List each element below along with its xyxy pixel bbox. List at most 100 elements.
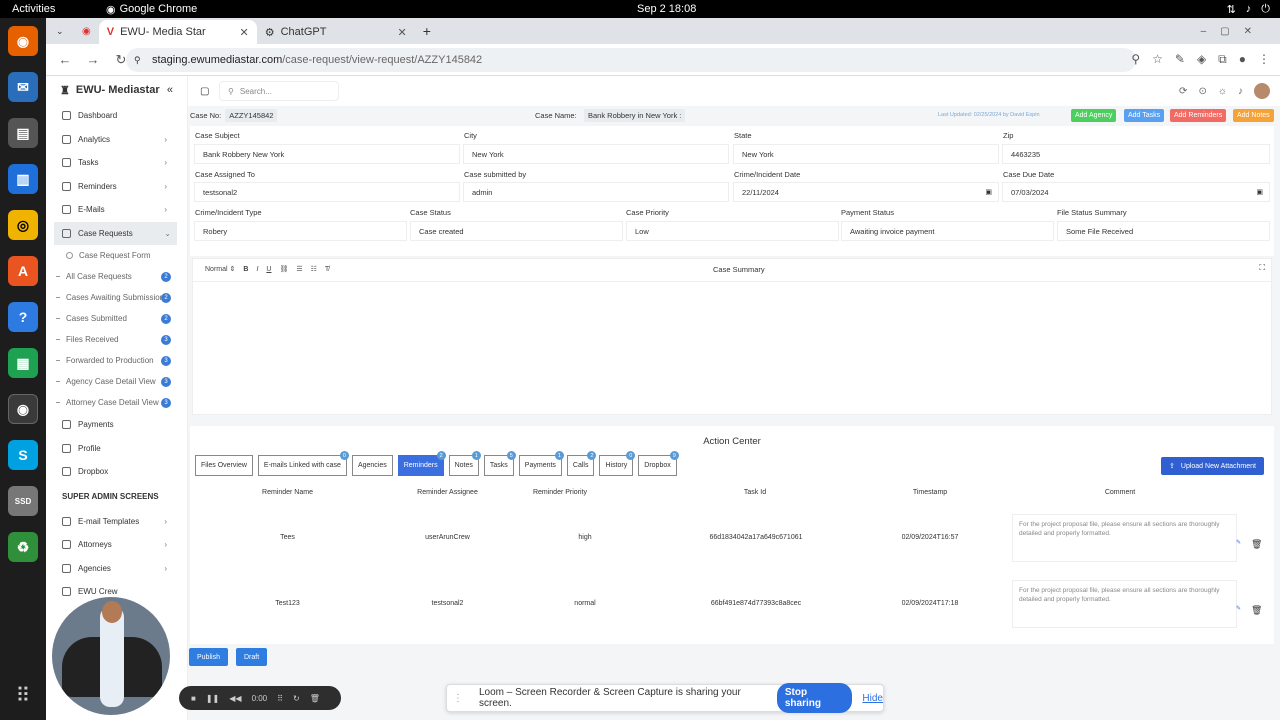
record-icon[interactable]: ⊙ — [1198, 86, 1206, 97]
payment-status-field[interactable]: Awaiting invoice payment — [841, 221, 1054, 241]
thunderbird-icon[interactable]: ✉ — [8, 72, 38, 102]
sidebar-sub-files-received[interactable]: Files Received 3 — [46, 329, 187, 350]
add-reminders-button[interactable]: Add Reminders — [1170, 109, 1227, 122]
add-notes-button[interactable]: Add Notes — [1233, 109, 1274, 122]
add-agency-button[interactable]: Add Agency — [1071, 109, 1117, 122]
tab-notes[interactable]: Notes 1 — [448, 451, 481, 476]
submitted-by-field[interactable]: admin — [463, 182, 729, 202]
delete-recording-icon[interactable]: 🗑 — [310, 694, 320, 703]
fullscreen-icon[interactable]: ⛶ — [1259, 263, 1265, 273]
tab-payments[interactable]: Payments 1 — [518, 451, 564, 476]
window-controls[interactable]: –▢✕ — [1201, 26, 1266, 37]
tab-files-overview[interactable]: Files Overview — [195, 455, 253, 476]
city-field[interactable]: New York — [463, 144, 729, 164]
sidebar-sub-forwarded[interactable]: Forwarded to Production 3 — [46, 350, 187, 371]
delete-icon[interactable]: 🗑 — [1251, 605, 1262, 616]
firefox-icon[interactable]: ◉ — [8, 26, 38, 56]
assigned-field[interactable]: testsonal2 — [194, 182, 460, 202]
writer-icon[interactable]: ▥ — [8, 164, 38, 194]
sidebar-sub-cases-submitted[interactable]: Cases Submitted 2 — [46, 308, 187, 329]
stop-record-icon[interactable]: ■ — [191, 694, 196, 703]
extension-icon[interactable]: ✎ — [1175, 52, 1185, 67]
collapse-sidebar-icon[interactable]: « — [167, 84, 173, 96]
sidebar-item-tasks[interactable]: Tasks › — [46, 151, 187, 175]
sidebar-item-payments[interactable]: Payments — [46, 413, 187, 437]
address-bar[interactable]: ⚲ staging.ewumediastar.com/case-request/… — [126, 48, 1136, 72]
tab-reminders[interactable]: Reminders 2 — [397, 451, 446, 476]
case-subject-field[interactable]: Bank Robbery New York — [194, 144, 460, 164]
sidebar-sub-case-request-form[interactable]: Case Request Form — [46, 245, 187, 266]
sidebar-item-dashboard[interactable]: Dashboard — [46, 104, 187, 128]
link-icon[interactable]: ⛓ — [279, 265, 288, 273]
priority-field[interactable]: Low — [626, 221, 839, 241]
system-tray[interactable]: ⇅ ♪ ⏻ — [1227, 3, 1270, 16]
disk-icon[interactable]: SSD — [8, 486, 38, 516]
hide-banner-link[interactable]: Hide — [862, 693, 883, 704]
site-info-icon[interactable]: ⚲ — [134, 55, 141, 66]
calendar-icon[interactable]: ▣ — [1256, 188, 1263, 196]
tab-chatgpt[interactable]: ⚙ ChatGPT ✕ — [257, 20, 415, 44]
calendar-icon[interactable]: ▣ — [985, 188, 992, 196]
profile-icon[interactable]: ● — [1239, 52, 1246, 67]
drag-handle-icon[interactable]: ⠿ — [277, 694, 283, 703]
clock[interactable]: Sep 2 18:08 — [637, 3, 696, 15]
files-icon[interactable]: ▤ — [8, 118, 38, 148]
drag-handle-icon[interactable]: ⋮ — [453, 693, 463, 704]
back-icon[interactable]: ← — [56, 52, 74, 67]
case-summary-editor[interactable]: Normal ⇕ B I U ⛓ ☰ ☷ T̸ Case Summary ⛶ — [192, 258, 1272, 415]
menu-icon[interactable]: ⋮ — [1258, 52, 1270, 67]
tab-tasks[interactable]: Tasks 5 — [483, 451, 516, 476]
redo-icon[interactable]: ↻ — [293, 694, 300, 703]
sidebar-item-profile[interactable]: Profile — [46, 437, 187, 461]
tab-list-icon[interactable]: ⌄ — [56, 26, 68, 37]
calc-icon[interactable]: ▦ — [8, 348, 38, 378]
software-icon[interactable]: A — [8, 256, 38, 286]
pause-icon[interactable]: ❚❚ — [206, 694, 219, 703]
tab-dropbox[interactable]: Dropbox 9 — [638, 451, 679, 476]
add-tasks-button[interactable]: Add Tasks — [1124, 109, 1165, 122]
search-input[interactable]: ⚲ Search... — [219, 81, 339, 101]
sidebar-item-reminders[interactable]: Reminders › — [46, 175, 187, 199]
bullet-list-icon[interactable]: ☷ — [311, 265, 317, 273]
activities-button[interactable]: Activities — [12, 3, 55, 15]
tab-emails-linked[interactable]: E-mails Linked with case 0 — [257, 451, 349, 476]
stop-sharing-button[interactable]: Stop sharing — [776, 683, 853, 713]
format-select[interactable]: Normal ⇕ — [205, 265, 235, 273]
draft-button[interactable]: Draft — [236, 648, 268, 666]
file-status-field[interactable]: Some File Received — [1057, 221, 1270, 241]
app-menu[interactable]: ◉ Google Chrome — [106, 3, 197, 16]
incident-date-field[interactable]: 22/11/2024 ▣ — [733, 182, 999, 202]
sidebar-item-agencies[interactable]: Agencies › — [46, 557, 187, 581]
restart-icon[interactable]: ◀◀ — [229, 694, 241, 703]
due-date-field[interactable]: 07/03/2024 ▣ — [1002, 182, 1270, 202]
edit-link-icon[interactable]: ✎ — [1236, 539, 1241, 546]
sidebar-item-analytics[interactable]: Analytics › — [46, 128, 187, 152]
state-field[interactable]: New York — [733, 144, 999, 164]
status-field[interactable]: Case created — [410, 221, 623, 241]
upload-attachment-button[interactable]: ⇪ Upload New Attachment — [1161, 457, 1264, 475]
app-grid-icon[interactable]: ⠿ — [16, 683, 31, 708]
tab-calls[interactable]: Calls 2 — [566, 451, 597, 476]
close-tab-icon[interactable]: ✕ — [398, 26, 407, 39]
sidebar-sub-all-case-requests[interactable]: All Case Requests 2 — [46, 266, 187, 287]
tab-ewu-media-star[interactable]: V EWU- Media Star ✕ — [98, 20, 257, 44]
edit-link-icon[interactable]: ✎ — [1236, 605, 1241, 612]
trash-icon[interactable]: ♻ — [8, 532, 38, 562]
extension-badge-icon[interactable]: ◈ — [1197, 52, 1206, 67]
sidebar-sub-cases-awaiting[interactable]: Cases Awaiting Submission 2 — [46, 287, 187, 308]
underline-icon[interactable]: U — [266, 266, 271, 273]
sidebar-item-emails[interactable]: E-Mails › — [46, 198, 187, 222]
refresh-icon[interactable]: ⟳ — [1179, 86, 1187, 97]
zip-field[interactable]: 4463235 — [1002, 144, 1270, 164]
sidebar-item-case-requests[interactable]: Case Requests ⌄ — [54, 221, 177, 245]
tab-history[interactable]: History 0 — [599, 451, 636, 476]
ordered-list-icon[interactable]: ☰ — [296, 265, 302, 273]
forward-icon[interactable]: → — [84, 52, 102, 67]
new-tab-icon[interactable]: + — [423, 23, 431, 39]
tab-agencies[interactable]: Agencies — [351, 455, 393, 476]
comment-field[interactable]: For the project proposal file, please en… — [1012, 514, 1237, 562]
webcam-bubble[interactable] — [52, 597, 170, 715]
bold-icon[interactable]: B — [243, 266, 248, 273]
sidebar-sub-attorney-detail[interactable]: Attorney Case Detail View 3 — [46, 392, 187, 413]
sidebar-sub-agency-detail[interactable]: Agency Case Detail View 3 — [46, 371, 187, 392]
